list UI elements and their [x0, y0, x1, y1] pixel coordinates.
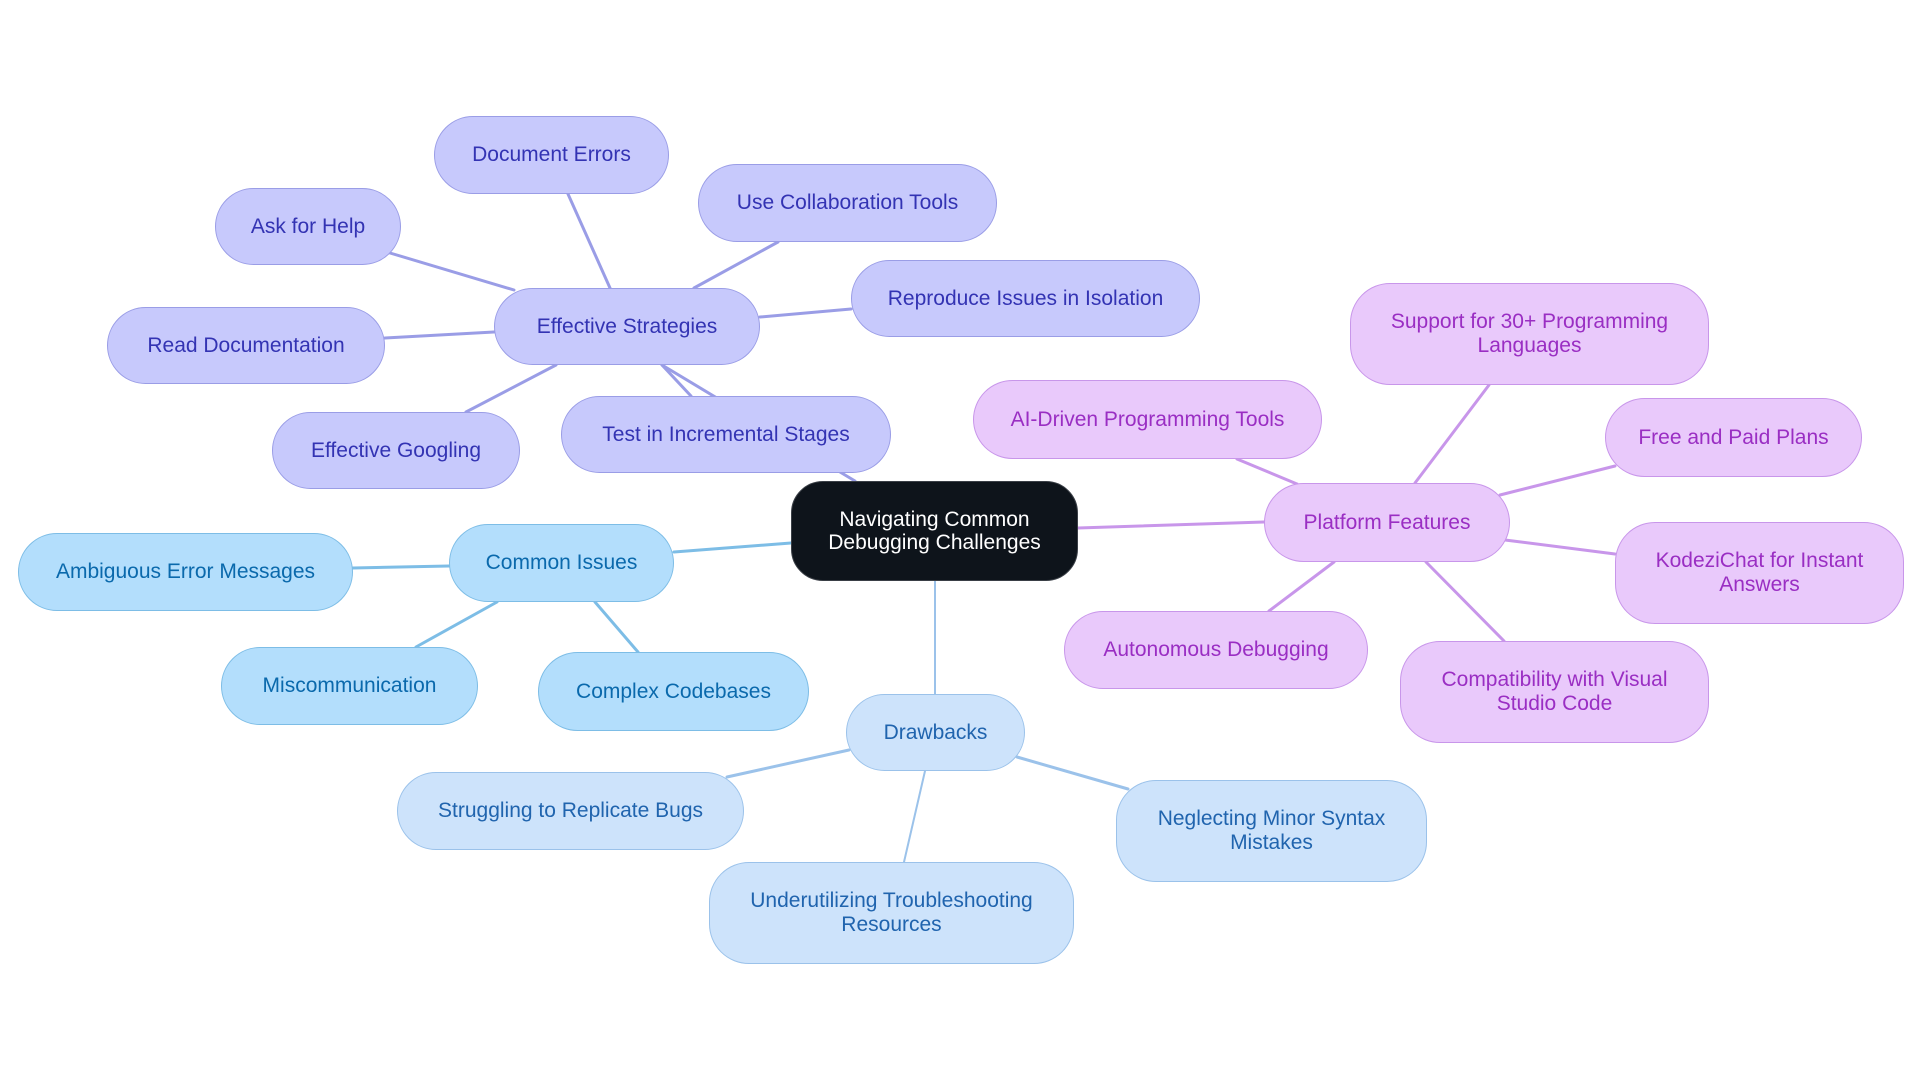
edge-drawbacks-underutil: [903, 770, 926, 863]
branch-label: Effective Strategies: [536, 314, 718, 338]
leaf-label-line-2: Studio Code: [1496, 692, 1613, 715]
root-label-line-1: Navigating Common: [839, 508, 1030, 531]
leaf-label-line-1: KodeziChat for Instant: [1655, 549, 1864, 572]
leaf-label-line-1: Neglecting Minor Syntax: [1157, 807, 1386, 830]
leaf-label: Document Errors: [472, 143, 631, 166]
branch-node-common-issues[interactable]: Common Issues: [449, 524, 674, 602]
edge-strategies-reproduce: [758, 307, 853, 319]
mindmap-canvas: Navigating Common Debugging Challenges E…: [0, 0, 1920, 1083]
edge-platform-plans: [1498, 464, 1617, 497]
edge-platform-ai-tools: [1235, 457, 1299, 486]
leaf-label: Read Documentation: [147, 333, 345, 357]
leaf-node-effective-googling[interactable]: Effective Googling: [272, 412, 520, 489]
leaf-node-read-documentation[interactable]: Read Documentation: [107, 307, 385, 384]
leaf-label: Complex Codebases: [576, 679, 771, 703]
leaf-node-document-errors[interactable]: Document Errors: [434, 116, 669, 194]
leaf-node-use-collaboration-tools[interactable]: Use Collaboration Tools: [698, 164, 997, 242]
leaf-label-line-2: Mistakes: [1230, 831, 1313, 854]
leaf-label-line-1: Underutilizing Troubleshooting: [750, 889, 1033, 912]
leaf-node-autonomous-debugging[interactable]: Autonomous Debugging: [1064, 611, 1368, 689]
edge-platform-autonomous: [1267, 560, 1336, 613]
leaf-label-line-1: Compatibility with Visual: [1441, 668, 1668, 691]
leaf-node-miscommunication[interactable]: Miscommunication: [221, 647, 478, 725]
branch-label: Drawbacks: [883, 720, 988, 744]
leaf-node-ai-driven-tools[interactable]: AI-Driven Programming Tools: [973, 380, 1322, 459]
leaf-node-underutilizing-resources[interactable]: Underutilizing Troubleshooting Resources: [709, 862, 1074, 964]
leaf-node-neglecting-syntax-mistakes[interactable]: Neglecting Minor Syntax Mistakes: [1116, 780, 1427, 882]
leaf-node-ambiguous-error-messages[interactable]: Ambiguous Error Messages: [18, 533, 353, 611]
leaf-label: Reproduce Issues in Isolation: [887, 286, 1164, 310]
branch-node-effective-strategies[interactable]: Effective Strategies: [494, 288, 760, 365]
leaf-node-vscode-compatibility[interactable]: Compatibility with Visual Studio Code: [1400, 641, 1709, 743]
edge-drawbacks-struggling: [725, 748, 851, 779]
leaf-node-reproduce-issues[interactable]: Reproduce Issues in Isolation: [851, 260, 1200, 337]
leaf-label: Test in Incremental Stages: [602, 422, 850, 446]
root-node[interactable]: Navigating Common Debugging Challenges: [791, 481, 1078, 581]
branch-node-platform-features[interactable]: Platform Features: [1264, 483, 1510, 562]
edge-platform-kodezichat: [1503, 538, 1617, 556]
leaf-label-line-2: Resources: [841, 913, 942, 936]
edge-strategies-read-docs: [383, 330, 496, 340]
leaf-node-free-paid-plans[interactable]: Free and Paid Plans: [1605, 398, 1862, 477]
leaf-node-support-30-languages[interactable]: Support for 30+ Programming Languages: [1350, 283, 1709, 385]
leaf-label: Ask for Help: [250, 214, 366, 238]
edge-root-platform: [1076, 520, 1266, 530]
leaf-label-line-1: Support for 30+ Programming: [1390, 310, 1669, 333]
leaf-node-ask-for-help[interactable]: Ask for Help: [215, 188, 401, 265]
leaf-label: Struggling to Replicate Bugs: [438, 799, 703, 822]
leaf-label: Autonomous Debugging: [1103, 638, 1329, 661]
edge-root-issues: [672, 541, 793, 554]
leaf-label: AI-Driven Programming Tools: [1010, 407, 1285, 431]
leaf-label: Free and Paid Plans: [1638, 425, 1829, 449]
leaf-label-line-2: Answers: [1719, 573, 1800, 596]
leaf-label: Miscommunication: [262, 674, 437, 697]
edge-platform-support30: [1413, 383, 1491, 485]
edge-strategies-ask-help: [388, 251, 516, 292]
edge-strategies-googling: [464, 363, 558, 414]
branch-label: Common Issues: [485, 551, 638, 574]
edge-drawbacks-neglecting: [1015, 755, 1130, 791]
edge-issues-miscomm: [414, 600, 499, 649]
leaf-node-kodezichat[interactable]: KodeziChat for Instant Answers: [1615, 522, 1904, 624]
edge-issues-complex: [593, 600, 640, 654]
leaf-node-complex-codebases[interactable]: Complex Codebases: [538, 652, 809, 731]
leaf-node-struggling-replicate-bugs[interactable]: Struggling to Replicate Bugs: [397, 772, 744, 850]
edge-strategies-collab: [692, 240, 780, 290]
branch-node-drawbacks[interactable]: Drawbacks: [846, 694, 1025, 771]
edge-issues-ambiguous: [351, 564, 451, 570]
edge-strategies-doc-errors: [566, 192, 612, 290]
leaf-node-test-incremental-stages[interactable]: Test in Incremental Stages: [561, 396, 891, 473]
leaf-label: Effective Googling: [310, 438, 482, 462]
branch-label: Platform Features: [1303, 510, 1471, 534]
edge-platform-vscode: [1424, 560, 1506, 643]
leaf-label-line-2: Languages: [1477, 334, 1582, 357]
root-label-line-2: Debugging Challenges: [828, 531, 1041, 554]
leaf-label: Ambiguous Error Messages: [55, 560, 316, 583]
leaf-label: Use Collaboration Tools: [736, 191, 959, 214]
